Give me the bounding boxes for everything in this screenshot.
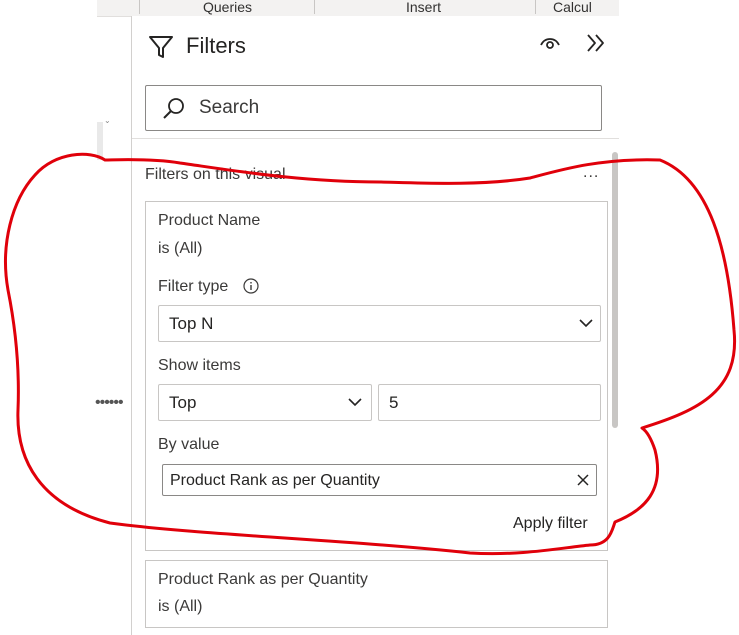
show-items-count-value: 5 (389, 393, 399, 412)
chevron-down-icon (579, 319, 593, 328)
show-items-direction-dropdown[interactable]: Top (158, 384, 372, 421)
pane-title: Filters (186, 33, 246, 58)
funnel-icon (149, 36, 173, 58)
search-input[interactable]: Search (145, 85, 602, 131)
filter-type-dropdown[interactable]: Top N (158, 305, 601, 342)
by-value-field: Product Rank as per Quantity (170, 472, 380, 489)
clear-icon[interactable] (576, 473, 590, 487)
by-value-label: By value (158, 436, 220, 453)
search-placeholder: Search (199, 97, 260, 118)
pane-scrollbar[interactable] (612, 152, 618, 428)
filter-state: is (All) (158, 240, 203, 257)
filter-state: is (All) (158, 598, 203, 615)
section-title: Filters on this visual (145, 166, 286, 183)
eye-icon[interactable] (538, 33, 562, 53)
filter-type-label: Filter type (158, 278, 229, 295)
show-items-count-input[interactable]: 5 (378, 384, 601, 421)
ribbon-divider (535, 0, 536, 14)
ribbon-tabs: Queries Insert Calcul (97, 0, 619, 17)
search-icon (163, 98, 184, 119)
ribbon-tab-insert[interactable]: Insert (406, 0, 441, 14)
chevron-down-icon (348, 398, 362, 407)
header-divider (132, 138, 619, 139)
chevron-down-icon[interactable]: ⌄ (104, 116, 111, 125)
filter-type-value: Top N (169, 314, 214, 333)
filter-field-name[interactable]: Product Rank as per Quantity (158, 571, 368, 589)
ribbon-divider (139, 0, 140, 14)
show-items-label: Show items (158, 357, 241, 374)
ribbon-tab-calculations[interactable]: Calcul (553, 0, 619, 14)
show-items-direction-value: Top (169, 393, 197, 412)
filter-field-name[interactable]: Product Name (158, 212, 260, 230)
canvas-scrollbar[interactable] (97, 122, 103, 160)
filter-card-product-name[interactable] (145, 201, 608, 551)
ribbon-divider (314, 0, 315, 14)
more-options-button[interactable]: ... (583, 164, 599, 182)
collapse-pane-icon[interactable] (584, 31, 608, 55)
ribbon-tab-queries[interactable]: Queries (203, 0, 252, 14)
info-icon[interactable] (243, 278, 259, 294)
pane-resize-handle[interactable]: •••••• (95, 395, 124, 411)
apply-filter-button[interactable]: Apply filter (513, 515, 588, 533)
by-value-field-well[interactable]: Product Rank as per Quantity (162, 464, 597, 496)
